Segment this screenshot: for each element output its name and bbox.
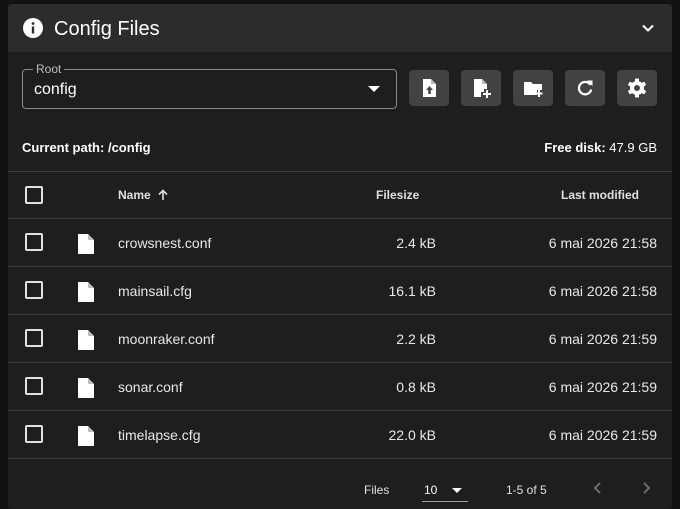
refresh-icon xyxy=(577,80,593,96)
chevron-left-icon[interactable] xyxy=(590,480,606,496)
per-page-select[interactable]: 10 xyxy=(422,478,468,502)
column-header-filesize[interactable]: Filesize xyxy=(376,188,419,202)
panel-header[interactable]: Config Files xyxy=(8,4,672,52)
config-files-panel: Config Files Root config Current path: /… xyxy=(8,4,672,509)
table-row[interactable]: mainsail.cfg 16.1 kB 6 mai 2026 21:58 xyxy=(8,267,672,315)
upload-file-button[interactable] xyxy=(409,70,449,106)
chevron-down-icon[interactable] xyxy=(640,20,656,36)
file-name[interactable]: timelapse.cfg xyxy=(118,427,200,443)
column-header-last-modified[interactable]: Last modified xyxy=(561,188,639,202)
file-size: 0.8 kB xyxy=(396,379,436,395)
panel-title: Config Files xyxy=(54,18,160,40)
column-header-name[interactable]: Name xyxy=(118,188,169,202)
table-row[interactable]: sonar.conf 0.8 kB 6 mai 2026 21:59 xyxy=(8,363,672,411)
refresh-button[interactable] xyxy=(565,70,605,106)
create-folder-button[interactable] xyxy=(513,70,553,106)
file-modified: 6 mai 2026 21:59 xyxy=(548,427,657,443)
root-select-label: Root xyxy=(33,62,65,76)
file-size: 22.0 kB xyxy=(388,427,436,443)
file-icon xyxy=(78,330,94,350)
row-checkbox[interactable] xyxy=(25,377,43,395)
file-upload-icon xyxy=(423,79,436,97)
file-icon xyxy=(78,378,94,398)
free-disk: Free disk: 47.9 GB xyxy=(544,140,657,156)
file-modified: 6 mai 2026 21:59 xyxy=(548,379,657,395)
per-page-value: 10 xyxy=(424,483,438,497)
file-icon xyxy=(78,426,94,446)
chevron-right-icon[interactable] xyxy=(638,480,654,496)
file-size: 16.1 kB xyxy=(388,283,436,299)
caret-down-icon xyxy=(452,488,462,493)
file-modified: 6 mai 2026 21:58 xyxy=(548,235,657,251)
info-icon xyxy=(23,18,43,38)
file-size: 2.2 kB xyxy=(396,331,436,347)
file-size: 2.4 kB xyxy=(396,235,436,251)
row-checkbox[interactable] xyxy=(25,281,43,299)
row-checkbox[interactable] xyxy=(25,233,43,251)
file-icon xyxy=(78,234,94,254)
arrow-up-icon xyxy=(158,189,168,200)
gear-icon xyxy=(628,78,646,98)
file-modified: 6 mai 2026 21:59 xyxy=(548,331,657,347)
root-select[interactable]: Root config xyxy=(22,62,397,109)
table-row[interactable]: crowsnest.conf 2.4 kB 6 mai 2026 21:58 xyxy=(8,219,672,267)
per-page-label: Files xyxy=(364,483,390,497)
file-name[interactable]: crowsnest.conf xyxy=(118,235,211,251)
current-path-value: /config xyxy=(107,140,151,155)
current-path: Current path: /config xyxy=(22,140,151,156)
table-row[interactable]: timelapse.cfg 22.0 kB 6 mai 2026 21:59 xyxy=(8,411,672,459)
table-footer: Files 10 1-5 of 5 xyxy=(8,464,672,509)
caret-down-icon xyxy=(368,86,380,92)
file-name[interactable]: mainsail.cfg xyxy=(118,283,192,299)
row-checkbox[interactable] xyxy=(25,425,43,443)
folder-plus-icon xyxy=(524,82,543,97)
file-modified: 6 mai 2026 21:58 xyxy=(548,283,657,299)
select-all-checkbox[interactable] xyxy=(25,186,43,204)
free-disk-value: 47.9 GB xyxy=(609,140,657,155)
root-select-value: config xyxy=(34,81,77,98)
row-checkbox[interactable] xyxy=(25,329,43,347)
file-plus-icon xyxy=(474,79,491,98)
table-header: Name Filesize Last modified xyxy=(8,171,672,219)
file-name[interactable]: moonraker.conf xyxy=(118,331,215,347)
create-file-button[interactable] xyxy=(461,70,501,106)
current-path-label: Current path: xyxy=(22,140,105,155)
free-disk-label: Free disk: xyxy=(544,140,606,155)
file-icon xyxy=(78,282,94,302)
pagination-range: 1-5 of 5 xyxy=(506,483,547,497)
settings-button[interactable] xyxy=(617,70,657,106)
file-name[interactable]: sonar.conf xyxy=(118,379,183,395)
table-row[interactable]: moonraker.conf 2.2 kB 6 mai 2026 21:59 xyxy=(8,315,672,363)
